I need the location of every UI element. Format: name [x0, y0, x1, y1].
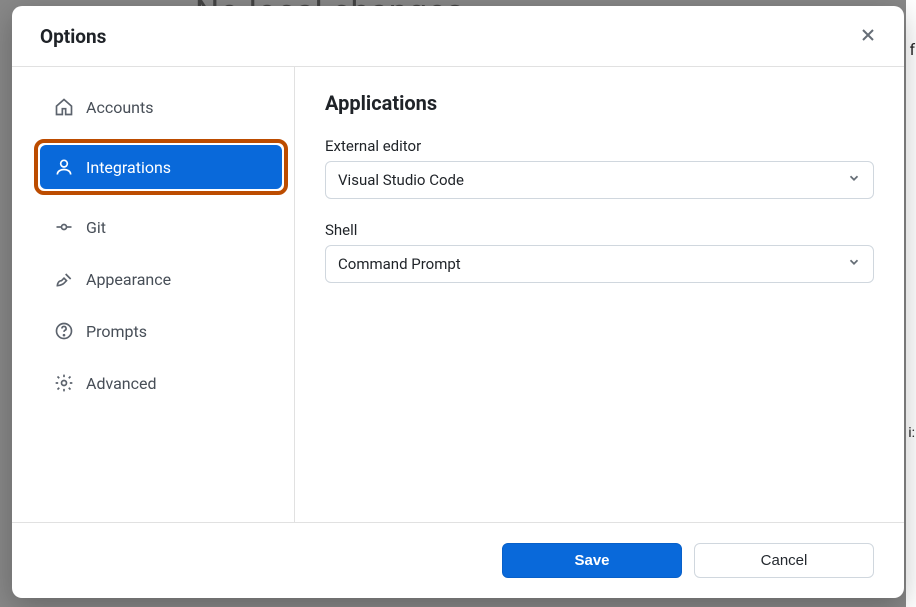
- section-title: Applications: [325, 91, 874, 115]
- home-icon: [54, 97, 74, 117]
- external-editor-label: External editor: [325, 137, 874, 155]
- cancel-button[interactable]: Cancel: [694, 543, 874, 578]
- shell-select[interactable]: Command Prompt: [325, 245, 874, 283]
- sidebar-item-label: Accounts: [86, 98, 153, 117]
- sidebar: Accounts Integrations Git: [12, 67, 295, 522]
- sidebar-item-git[interactable]: Git: [40, 205, 282, 249]
- sidebar-item-label: Appearance: [86, 270, 171, 289]
- sidebar-item-label: Advanced: [86, 374, 157, 393]
- paintbrush-icon: [54, 269, 74, 289]
- sidebar-item-accounts[interactable]: Accounts: [40, 85, 282, 129]
- background-window-sliver: f i:: [906, 0, 916, 607]
- sidebar-item-prompts[interactable]: Prompts: [40, 309, 282, 353]
- close-icon: [860, 27, 876, 46]
- chevron-down-icon: [847, 171, 861, 189]
- tutorial-highlight: Integrations: [34, 139, 288, 195]
- question-circle-icon: [54, 321, 74, 341]
- shell-value: Command Prompt: [338, 255, 461, 273]
- person-icon: [54, 157, 74, 177]
- sidebar-item-label: Integrations: [86, 158, 171, 177]
- dialog-header: Options: [12, 6, 904, 67]
- shell-label: Shell: [325, 221, 874, 239]
- sidebar-item-label: Prompts: [86, 322, 147, 341]
- save-button[interactable]: Save: [502, 543, 682, 578]
- close-button[interactable]: [856, 24, 880, 48]
- gear-icon: [54, 373, 74, 393]
- options-dialog: Options Accounts Integrations: [12, 6, 904, 598]
- external-editor-value: Visual Studio Code: [338, 171, 464, 189]
- dialog-footer: Save Cancel: [12, 522, 904, 598]
- sidebar-item-integrations[interactable]: Integrations: [40, 145, 282, 189]
- git-commit-icon: [54, 217, 74, 237]
- dialog-title: Options: [40, 25, 106, 48]
- sidebar-item-appearance[interactable]: Appearance: [40, 257, 282, 301]
- sidebar-item-advanced[interactable]: Advanced: [40, 361, 282, 405]
- chevron-down-icon: [847, 255, 861, 273]
- content-pane: Applications External editor Visual Stud…: [295, 67, 904, 522]
- external-editor-select[interactable]: Visual Studio Code: [325, 161, 874, 199]
- sidebar-item-label: Git: [86, 218, 106, 237]
